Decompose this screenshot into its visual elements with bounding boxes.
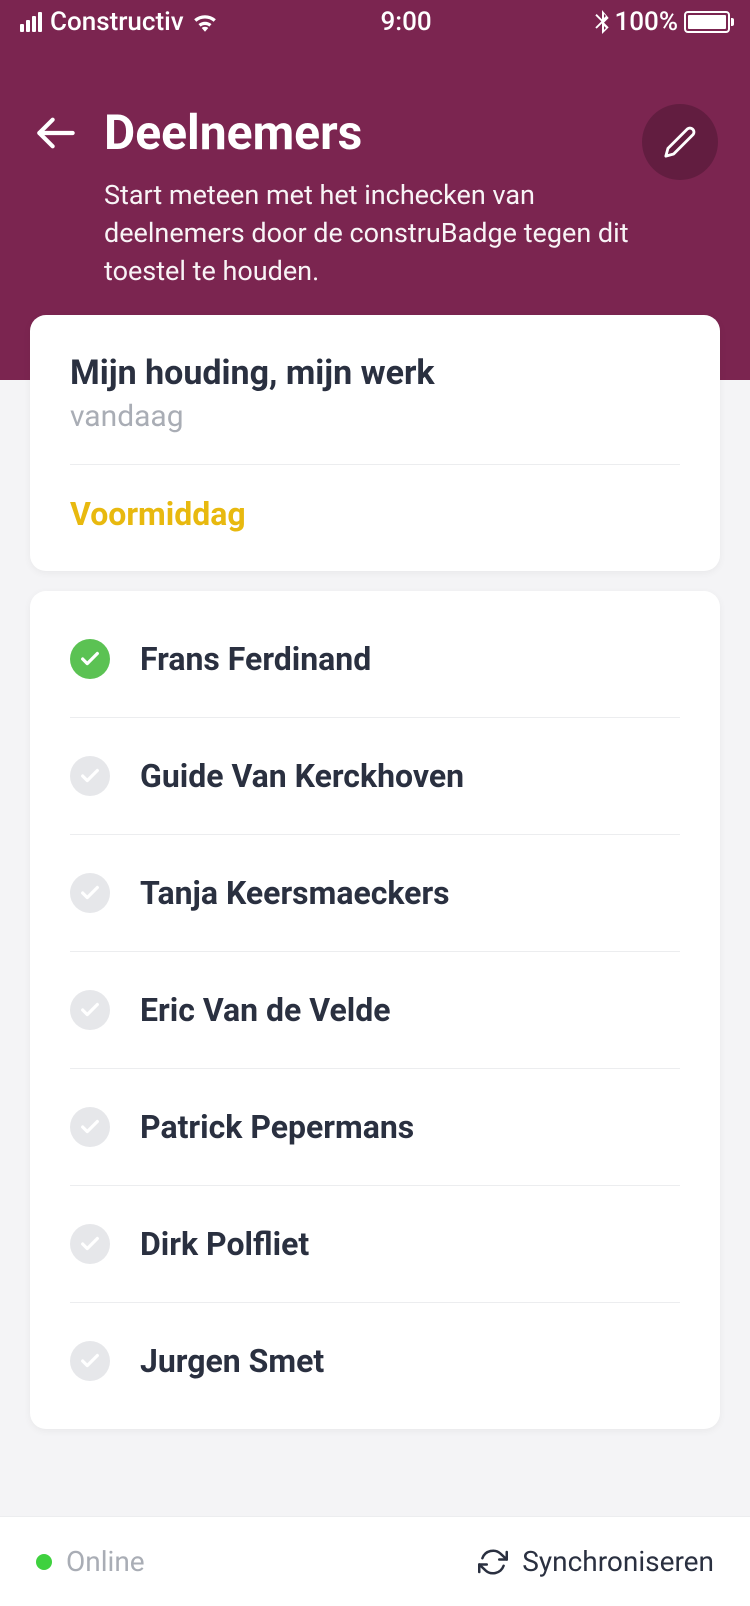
refresh-icon — [478, 1547, 508, 1577]
participant-name: Jurgen Smet — [140, 1342, 324, 1380]
carrier-label: Constructiv — [50, 7, 184, 37]
check-circle-unchecked-icon[interactable] — [70, 756, 110, 796]
check-circle-unchecked-icon[interactable] — [70, 990, 110, 1030]
header-subtitle: Start meteen met het inchecken van deeln… — [104, 177, 654, 290]
signal-icon — [20, 12, 42, 32]
sync-button[interactable]: Synchroniseren — [478, 1545, 714, 1578]
status-left: Constructiv — [20, 7, 218, 37]
check-circle-unchecked-icon[interactable] — [70, 1341, 110, 1381]
participant-row[interactable]: Tanja Keersmaeckers — [70, 835, 680, 952]
participant-name: Dirk Polfliet — [140, 1225, 309, 1263]
time-label: 9:00 — [380, 7, 431, 37]
status-bar: Constructiv 9:00 100% — [0, 0, 750, 44]
arrow-left-icon — [36, 113, 76, 153]
participant-row[interactable]: Dirk Polfliet — [70, 1186, 680, 1303]
battery-icon — [684, 11, 730, 33]
edit-button[interactable] — [642, 104, 718, 180]
session-date: vandaag — [70, 399, 680, 434]
online-dot-icon — [36, 1554, 52, 1570]
divider — [70, 464, 680, 465]
sync-label: Synchroniseren — [522, 1545, 714, 1578]
check-circle-unchecked-icon[interactable] — [70, 1224, 110, 1264]
participant-name: Guide Van Kerckhoven — [140, 757, 464, 795]
participant-name: Patrick Pepermans — [140, 1108, 414, 1146]
footer: Online Synchroniseren — [0, 1516, 750, 1606]
back-button[interactable] — [32, 109, 80, 157]
check-circle-checked-icon[interactable] — [70, 639, 110, 679]
participant-row[interactable]: Guide Van Kerckhoven — [70, 718, 680, 835]
battery-label: 100% — [615, 7, 678, 37]
check-circle-unchecked-icon[interactable] — [70, 873, 110, 913]
participants-card: Frans Ferdinand Guide Van Kerckhoven Tanja… — [30, 591, 720, 1429]
page-title: Deelnemers — [104, 104, 362, 161]
participant-name: Eric Van de Velde — [140, 991, 391, 1029]
session-card: Mijn houding, mijn werk vandaag Voormidd… — [30, 315, 720, 571]
participant-name: Tanja Keersmaeckers — [140, 874, 450, 912]
participant-row[interactable]: Patrick Pepermans — [70, 1069, 680, 1186]
check-circle-unchecked-icon[interactable] — [70, 1107, 110, 1147]
pencil-icon — [663, 125, 697, 159]
wifi-icon — [192, 12, 218, 32]
participant-row[interactable]: Eric Van de Velde — [70, 952, 680, 1069]
participant-name: Frans Ferdinand — [140, 640, 371, 678]
online-label: Online — [66, 1545, 145, 1578]
session-title: Mijn houding, mijn werk — [70, 353, 680, 393]
session-period: Voormiddag — [70, 495, 680, 533]
participant-row[interactable]: Frans Ferdinand — [70, 601, 680, 718]
bluetooth-icon — [595, 10, 609, 34]
status-indicator: Online — [36, 1545, 145, 1578]
status-right: 100% — [595, 7, 730, 37]
participant-row[interactable]: Jurgen Smet — [70, 1303, 680, 1419]
